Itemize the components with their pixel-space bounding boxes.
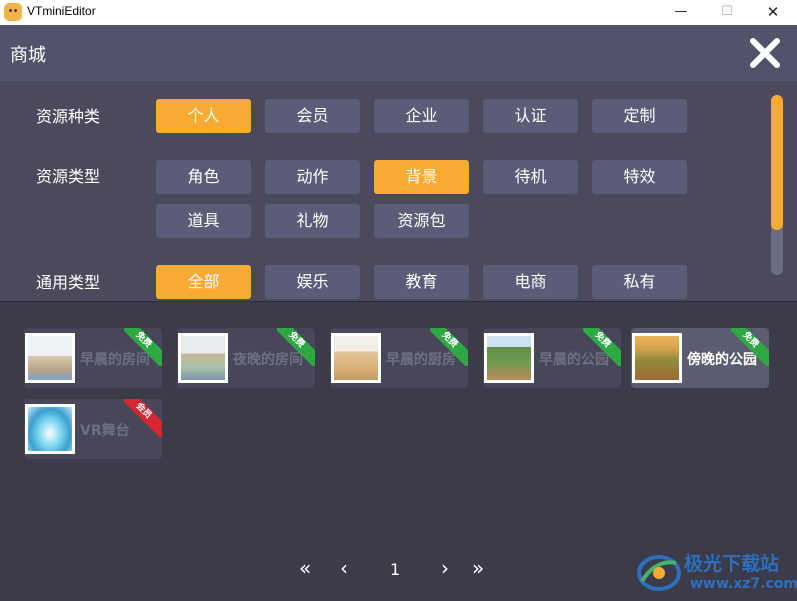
resource-kind-label: 资源种类 [36, 107, 101, 126]
free-badge: 免费 [583, 328, 621, 366]
filter-panel: 资源种类 个人 会员 企业 认证 定制 资源类型 角色 动作 背景 待机 特效 … [0, 81, 797, 301]
resource-card-selected[interactable]: 傍晚的公园 免费 [631, 328, 769, 388]
badge-label: 免费 [731, 328, 769, 366]
current-page: 1 [390, 560, 401, 579]
resource-thumbnail [178, 333, 228, 383]
minimize-button[interactable]: — [658, 0, 704, 25]
badge-label: 免费 [583, 328, 621, 366]
resource-type-label: 资源类型 [36, 167, 101, 186]
resource-name: VR舞台 [80, 423, 130, 439]
type-chip-idle[interactable]: 待机 [483, 160, 578, 194]
kind-chip-member[interactable]: 会员 [265, 99, 360, 133]
maximize-button[interactable]: ☐ [704, 0, 750, 25]
type-chip-gift[interactable]: 礼物 [265, 204, 360, 238]
free-badge: 免费 [430, 328, 468, 366]
resource-thumbnail [25, 333, 75, 383]
watermark-url: www.xz7.com [690, 576, 797, 592]
type-chip-effects[interactable]: 特效 [592, 160, 687, 194]
window-close-button[interactable]: ✕ [750, 0, 796, 25]
general-chip-entertainment[interactable]: 娱乐 [265, 265, 360, 299]
last-page-button[interactable]: » [472, 557, 484, 579]
resource-thumbnail [632, 333, 682, 383]
type-chip-character[interactable]: 角色 [156, 160, 251, 194]
page-title: 商城 [10, 45, 46, 66]
watermark-name: 极光下载站 [684, 553, 780, 575]
kind-chip-personal[interactable]: 个人 [156, 99, 251, 133]
watermark-logo-icon [636, 551, 682, 593]
type-chip-props[interactable]: 道具 [156, 204, 251, 238]
resource-thumbnail [331, 333, 381, 383]
first-page-button[interactable]: « [299, 557, 311, 579]
divider [0, 301, 797, 302]
resource-card[interactable]: 早晨的公园 免费 [483, 328, 621, 388]
general-type-label: 通用类型 [36, 273, 101, 292]
store-header: 商城 [0, 25, 797, 81]
resource-card[interactable]: 夜晚的房间 免费 [177, 328, 315, 388]
free-badge: 免费 [277, 328, 315, 366]
resource-card[interactable]: 早晨的房间 免费 [24, 328, 162, 388]
type-chip-resource-pack[interactable]: 资源包 [374, 204, 469, 238]
prev-page-button[interactable]: ‹ [340, 557, 348, 579]
free-badge: 免费 [731, 328, 769, 366]
filter-scrollbar-thumb[interactable] [771, 95, 783, 230]
type-chip-background[interactable]: 背景 [374, 160, 469, 194]
window-title-bar: VTminiEditor — ☐ ✕ [0, 0, 797, 25]
member-badge: 会员 [124, 399, 162, 437]
kind-chip-enterprise[interactable]: 企业 [374, 99, 469, 133]
app-icon [4, 3, 22, 21]
general-chip-all[interactable]: 全部 [156, 265, 251, 299]
close-icon[interactable] [748, 36, 782, 70]
kind-chip-certified[interactable]: 认证 [483, 99, 578, 133]
kind-chip-custom[interactable]: 定制 [592, 99, 687, 133]
badge-label: 免费 [124, 328, 162, 366]
badge-label: 会员 [124, 399, 162, 437]
general-chip-private[interactable]: 私有 [592, 265, 687, 299]
general-chip-ecommerce[interactable]: 电商 [483, 265, 578, 299]
next-page-button[interactable]: › [441, 557, 449, 579]
resource-thumbnail [25, 404, 75, 454]
resource-card[interactable]: VR舞台 会员 [24, 399, 162, 459]
resource-card[interactable]: 早晨的厨房 免费 [330, 328, 468, 388]
type-chip-motion[interactable]: 动作 [265, 160, 360, 194]
general-chip-education[interactable]: 教育 [374, 265, 469, 299]
free-badge: 免费 [124, 328, 162, 366]
badge-label: 免费 [430, 328, 468, 366]
window-title: VTminiEditor [27, 4, 96, 18]
resource-thumbnail [484, 333, 534, 383]
badge-label: 免费 [277, 328, 315, 366]
